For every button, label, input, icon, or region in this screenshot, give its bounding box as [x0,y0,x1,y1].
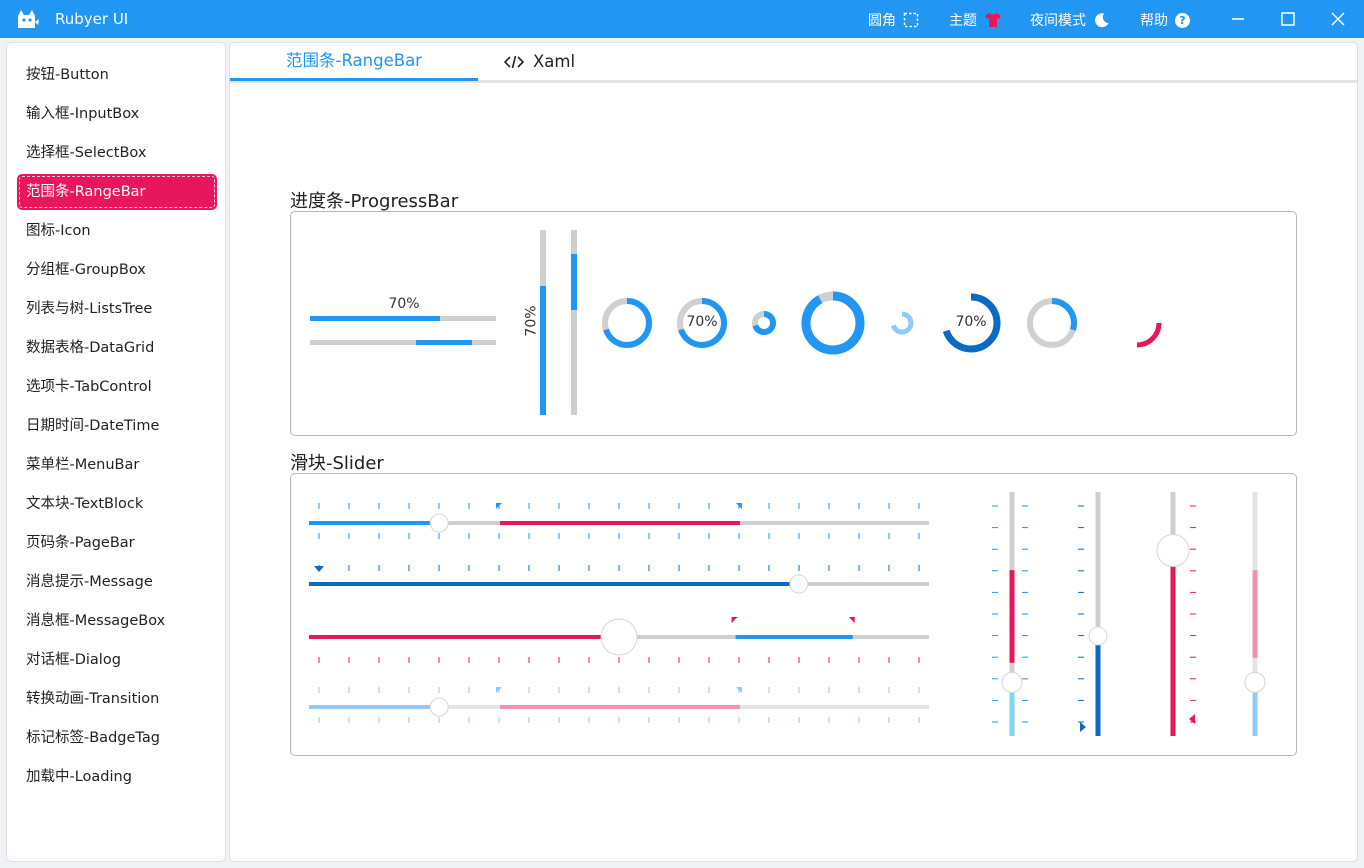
app-title: Rubyer UI [55,10,129,28]
horizontal-progress-bar [310,316,496,321]
hbar1-label: 70% [388,296,420,312]
sidebar-item-tabcontrol[interactable]: 选项卡-TabControl [17,369,217,405]
minimize-button[interactable] [1215,0,1261,38]
ring-progress-label: 70% [955,314,987,330]
sidebar-item-rangebar[interactable]: 范围条-RangeBar [17,174,217,210]
ring-fill [890,311,914,335]
vbar1-label: 70% [523,305,540,337]
ring-progress-label: 70% [686,314,718,330]
night-mode-label: 夜间模式 [1030,13,1086,29]
vslider-thumb[interactable] [1001,671,1023,693]
sidebar-item-pagebar[interactable]: 页码条-PageBar [17,525,217,561]
sidebar-item-loading[interactable]: 加载中-Loading [17,759,217,795]
moon-icon [1095,12,1109,27]
slider-thumb[interactable] [600,618,638,656]
sidebar-item-button[interactable]: 按钮-Button [17,57,217,93]
range-start-marker [731,617,738,623]
sidebar-item-dialog[interactable]: 对话框-Dialog [17,642,217,678]
maximize-icon [1281,12,1295,26]
theme-label: 主题 [949,13,977,29]
range-end-marker [848,617,855,623]
slider-group-title: 滑块-Slider [290,453,384,474]
help-icon: ? [1175,12,1190,28]
horizontal-range-progress-bar [310,340,496,345]
minimize-icon [1232,18,1244,20]
help-label: 帮助 [1140,13,1168,29]
sidebar-item-transition[interactable]: 转换动画-Transition [17,681,217,717]
sidebar: 按钮-Button 输入框-InputBox 选择框-SelectBox 范围条-Ra… [6,42,226,862]
maximize-button[interactable] [1265,0,1311,38]
corner-label: 圆角 [868,13,896,29]
vslider-thumb[interactable] [1156,534,1190,568]
vslider-thumb[interactable] [1244,671,1266,693]
main-panel: 范围条-RangeBar Xaml 进度条-ProgressBar 70% 70… [229,42,1358,862]
close-icon [1331,12,1345,26]
help-button[interactable]: 帮助 ? [1140,10,1190,30]
sidebar-item-liststree[interactable]: 列表与树-ListsTree [17,291,217,327]
sidebar-item-messagebox[interactable]: 消息框-MessageBox [17,603,217,639]
slider-groupbox [290,473,1297,756]
close-button[interactable] [1315,0,1361,38]
tab-bar: 范围条-RangeBar Xaml [230,43,1357,83]
ring-progress [1027,298,1077,348]
slider-canvas [309,492,1266,736]
tab-xaml-label: Xaml [533,51,576,71]
slider-thumb[interactable] [429,513,449,533]
vertical-range-progress-bar [571,230,577,415]
ring-progress [752,311,776,335]
sidebar-item-badgetag[interactable]: 标记标签-BadgeTag [17,720,217,756]
ring-progress [890,311,914,335]
title-bar: Rubyer UI 圆角 主题 夜间模式 帮助 ? [0,0,1364,38]
vslider-thumb[interactable] [1088,626,1108,646]
tab-xaml[interactable]: Xaml [504,43,575,80]
app-logo-icon [18,10,39,28]
theme-button[interactable]: 主题 [949,10,1002,30]
night-mode-button[interactable]: 夜间模式 [1030,10,1110,30]
progressbar-group-title: 进度条-ProgressBar [290,191,459,212]
vslider-end-marker [1080,722,1086,732]
code-icon [504,55,524,68]
sidebar-item-message[interactable]: 消息提示-Message [17,564,217,600]
shirt-icon [985,13,1001,27]
ring-fill [801,291,865,355]
slider-thumb[interactable] [789,574,809,594]
slider-thumb[interactable] [429,697,449,717]
sidebar-item-datagrid[interactable]: 数据表格-DataGrid [17,330,217,366]
sidebar-item-datetime[interactable]: 日期时间-DateTime [17,408,217,444]
sidebar-item-menubar[interactable]: 菜单栏-MenuBar [17,447,217,483]
corner-toggle-button[interactable]: 圆角 [868,10,919,30]
vertical-progress-bar [540,230,546,415]
ring-fill [1112,298,1162,348]
sidebar-item-icon[interactable]: 图标-Icon [17,213,217,249]
ring-progress [602,298,652,348]
progressbar-groupbox: 70% 70% 70% 70% [290,211,1297,436]
corner-icon [903,12,919,28]
sidebar-item-textblock[interactable]: 文本块-TextBlock [17,486,217,522]
sidebar-item-inputbox[interactable]: 输入框-InputBox [17,96,217,132]
tab-rangebar-label: 范围条-RangeBar [286,51,422,70]
ring-progress [801,291,865,355]
sidebar-item-groupbox[interactable]: 分组框-GroupBox [17,252,217,288]
slider-start-marker [314,566,324,572]
ring-progress [1112,298,1162,348]
sidebar-item-selectbox[interactable]: 选择框-SelectBox [17,135,217,171]
tab-indicator [230,78,478,81]
tab-rangebar[interactable]: 范围条-RangeBar [286,43,422,80]
